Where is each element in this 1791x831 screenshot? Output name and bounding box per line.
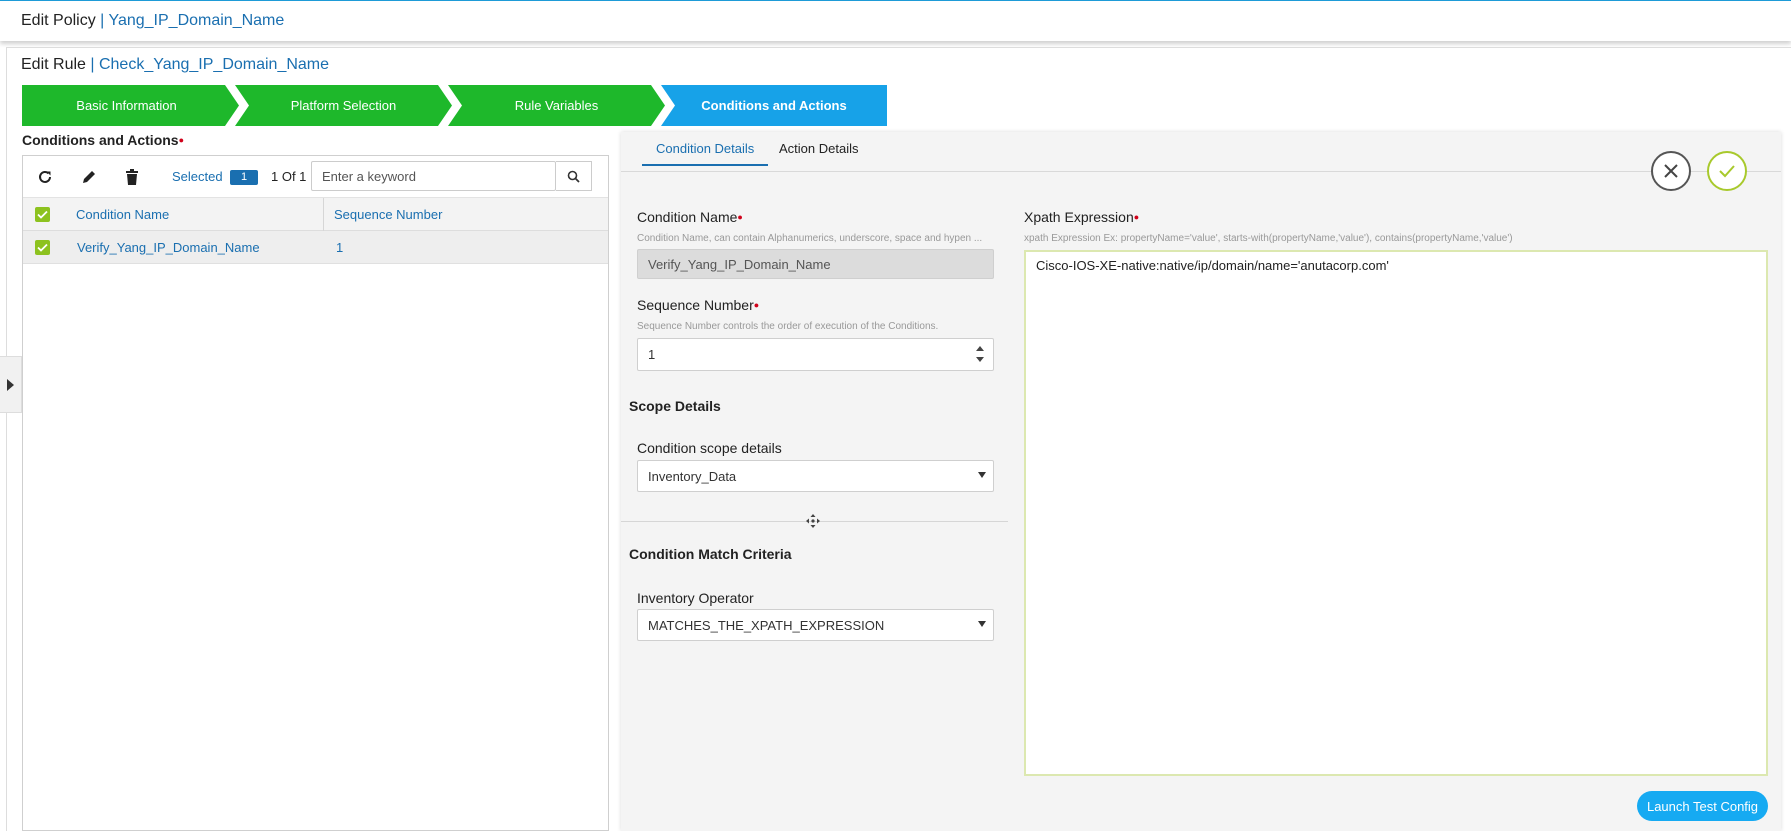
select-all-checkbox[interactable] (35, 207, 50, 222)
search-icon (567, 170, 580, 183)
save-button[interactable] (1707, 151, 1747, 191)
required-marker (179, 132, 184, 148)
launch-test-config-button[interactable]: Launch Test Config (1637, 791, 1768, 821)
condition-scope-value: Inventory_Data (648, 468, 737, 484)
check-icon (1719, 165, 1735, 178)
xpath-expression-textarea[interactable]: Cisco-IOS-XE-native:native/ip/domain/nam… (1024, 250, 1768, 776)
editor-tabs: Condition Details Action Details (621, 132, 1781, 172)
sequence-number-stepper[interactable]: 1 (637, 338, 994, 371)
condition-editor-panel: Condition Details Action Details Conditi… (621, 132, 1781, 831)
rule-title: Edit Rule | Check_Yang_IP_Domain_Name (21, 56, 330, 73)
row-condition-name[interactable]: Verify_Yang_IP_Domain_Name (77, 240, 260, 255)
condition-name-field: Verify_Yang_IP_Domain_Name (637, 249, 994, 279)
sidebar-toggle[interactable] (0, 356, 22, 413)
column-sequence-number[interactable]: Sequence Number (334, 207, 442, 222)
cancel-button[interactable] (1651, 151, 1691, 191)
caret-down-icon (978, 472, 986, 478)
xpath-expression-label: Xpath Expression (1024, 209, 1139, 225)
tab-action-details[interactable]: Action Details (779, 141, 858, 164)
refresh-icon[interactable] (36, 168, 54, 186)
conditions-list-panel: Selected 1 1 Of 1 Condition Name Sequenc… (22, 155, 609, 831)
match-criteria-heading: Condition Match Criteria (629, 546, 792, 562)
inventory-operator-value: MATCHES_THE_XPATH_EXPRESSION (648, 617, 885, 633)
tab-condition-details[interactable]: Condition Details (642, 141, 769, 166)
inventory-operator-select[interactable]: MATCHES_THE_XPATH_EXPRESSION (637, 609, 994, 641)
list-toolbar: Selected 1 1 Of 1 (23, 156, 608, 198)
page-header: Edit Policy | Yang_IP_Domain_Name (0, 0, 1791, 41)
spinner-arrows-icon[interactable] (976, 346, 985, 362)
column-condition-name[interactable]: Condition Name (76, 207, 169, 222)
search-input[interactable] (311, 161, 556, 191)
sequence-number-hint: Sequence Number controls the order of ex… (637, 321, 939, 332)
sequence-number-label: Sequence Number (637, 297, 759, 313)
condition-scope-select[interactable]: Inventory_Data (637, 460, 994, 492)
wizard-steps: Basic Information Platform Selection Rul… (22, 85, 887, 126)
drag-handle-icon[interactable] (806, 514, 820, 528)
condition-name-hint: Condition Name, can contain Alphanumeric… (637, 233, 983, 244)
step-rule-variables[interactable]: Rule Variables (448, 85, 665, 126)
scope-details-heading: Scope Details (629, 398, 721, 414)
xpath-expression-hint: xpath Expression Ex: propertyName='value… (1024, 233, 1513, 244)
inventory-operator-label: Inventory Operator (637, 590, 754, 606)
sequence-number-value: 1 (648, 347, 656, 362)
pager-text: 1 Of 1 (271, 169, 307, 184)
required-marker (1134, 209, 1139, 225)
table-row[interactable]: Verify_Yang_IP_Domain_Name 1 (23, 231, 608, 264)
pencil-icon[interactable] (80, 168, 98, 186)
table-header: Condition Name Sequence Number (23, 198, 608, 231)
page-title: Edit Policy | Yang_IP_Domain_Name (21, 12, 285, 29)
step-platform-selection[interactable]: Platform Selection (235, 85, 452, 126)
required-marker (737, 209, 742, 225)
trash-icon[interactable] (123, 168, 141, 186)
row-checkbox[interactable] (35, 240, 50, 255)
step-conditions-and-actions[interactable]: Conditions and Actions (661, 85, 887, 126)
search-button[interactable] (556, 161, 592, 191)
close-icon (1664, 164, 1678, 178)
step-basic-information[interactable]: Basic Information (22, 85, 239, 126)
policy-name: Yang_IP_Domain_Name (108, 12, 285, 29)
rule-name: Check_Yang_IP_Domain_Name (98, 56, 330, 73)
row-sequence-number: 1 (336, 240, 344, 255)
column-divider (323, 198, 324, 231)
selected-count-badge: 1 (230, 170, 258, 185)
conditions-actions-title: Conditions and Actions (22, 132, 184, 148)
caret-down-icon (978, 621, 986, 627)
condition-scope-label: Condition scope details (637, 440, 782, 456)
selected-label: Selected (172, 169, 223, 184)
caret-right-icon (7, 378, 14, 391)
condition-name-label: Condition Name (637, 209, 743, 225)
required-marker (754, 297, 759, 313)
